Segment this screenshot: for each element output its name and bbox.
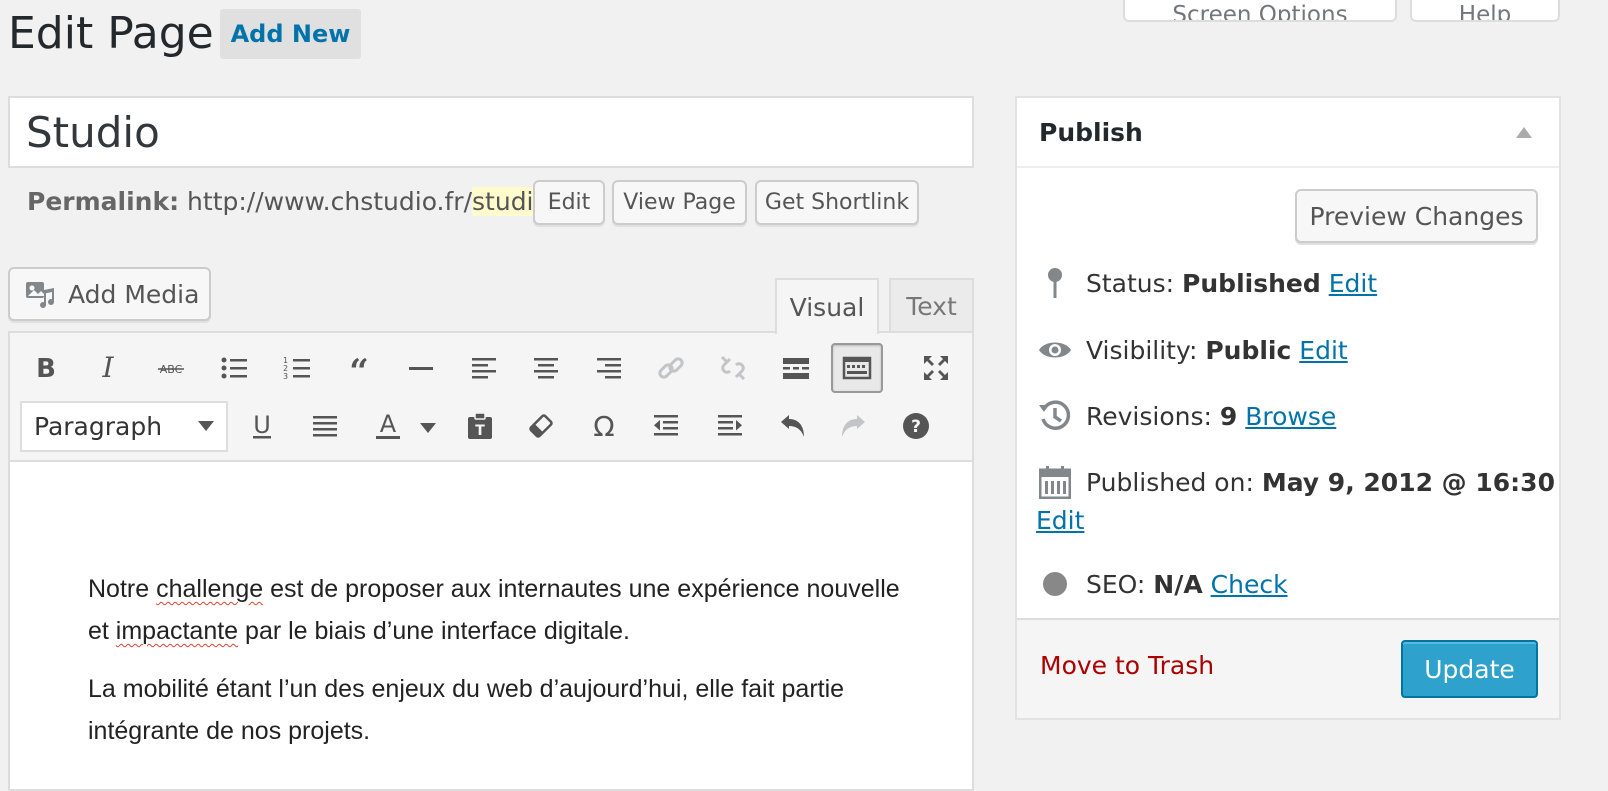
underline-icon[interactable]: U <box>240 404 284 448</box>
svg-text:“: “ <box>349 353 369 383</box>
published-label: Published on: <box>1086 467 1254 497</box>
horizontal-line-icon[interactable] <box>399 346 443 390</box>
align-center-icon[interactable] <box>524 346 568 390</box>
screen-options-label: Screen Options <box>1172 2 1348 22</box>
add-media-label: Add Media <box>68 279 200 309</box>
permalink-edit-button[interactable]: Edit <box>533 180 605 225</box>
permalink-label: Permalink: <box>27 187 180 216</box>
svg-text:Ω: Ω <box>593 411 614 441</box>
page-title: Edit Page <box>8 8 214 59</box>
add-media-button[interactable]: Add Media <box>8 267 211 321</box>
seo-label: SEO: <box>1086 569 1146 599</box>
text-color-dropdown-icon[interactable] <box>420 423 436 433</box>
visibility-edit-link[interactable]: Edit <box>1299 336 1347 365</box>
special-character-icon[interactable]: Ω <box>582 404 626 448</box>
svg-text:B: B <box>36 354 56 383</box>
undo-icon[interactable] <box>770 404 814 448</box>
svg-text:A: A <box>380 411 397 438</box>
paste-as-text-icon[interactable]: T <box>458 404 502 448</box>
misspelled-word: challenge <box>156 575 264 603</box>
add-media-icon <box>24 278 56 310</box>
text-color-icon[interactable]: A <box>366 404 410 448</box>
preview-changes-button[interactable]: Preview Changes <box>1295 189 1538 243</box>
help-label: Help <box>1458 2 1512 22</box>
chevron-down-icon <box>198 421 214 431</box>
visibility-row: Visibility: Public Edit <box>1038 333 1348 367</box>
update-button[interactable]: Update <box>1401 640 1538 698</box>
svg-text:I: I <box>101 353 114 383</box>
seo-status-dot-icon <box>1038 567 1072 601</box>
help-button[interactable]: Help <box>1410 0 1560 22</box>
unlink-icon[interactable] <box>711 346 755 390</box>
seo-check-link[interactable]: Check <box>1211 570 1288 599</box>
tab-visual[interactable]: Visual <box>775 278 879 334</box>
published-on-row: Published on: May 9, 2012 @ 16:30 <box>1038 465 1555 499</box>
bold-icon[interactable]: B <box>24 346 68 390</box>
published-value: May 9, 2012 @ 16:30 <box>1261 467 1555 497</box>
svg-text:U: U <box>253 411 271 439</box>
toolbar-toggle-icon[interactable] <box>831 343 883 393</box>
revisions-row: Revisions: 9 Browse <box>1038 399 1336 433</box>
screen-options-button[interactable]: Screen Options <box>1123 0 1397 22</box>
clear-formatting-icon[interactable] <box>519 404 563 448</box>
editor-content[interactable]: Notre challenge est de proposer aux inte… <box>88 568 918 752</box>
pin-icon <box>1038 266 1072 300</box>
blockquote-icon[interactable]: “ <box>337 346 381 390</box>
eye-icon <box>1038 333 1072 367</box>
svg-text:T: T <box>475 423 485 439</box>
svg-text:3: 3 <box>283 372 288 381</box>
revisions-browse-link[interactable]: Browse <box>1245 402 1336 431</box>
redo-icon[interactable] <box>832 404 876 448</box>
fullscreen-icon[interactable] <box>914 346 958 390</box>
outdent-icon[interactable] <box>644 404 688 448</box>
status-label: Status: <box>1086 268 1175 298</box>
revisions-value: 9 <box>1219 401 1238 431</box>
bullet-list-icon[interactable] <box>212 346 256 390</box>
paragraph-2: La mobilité étant l’un des enjeux du web… <box>88 675 845 745</box>
add-new-button[interactable]: Add New <box>220 9 361 59</box>
status-value: Published <box>1182 268 1321 298</box>
svg-text:?: ? <box>911 417 921 437</box>
justify-icon[interactable] <box>303 404 347 448</box>
permalink-url[interactable]: http://www.chstudio.fr/studio/ <box>187 187 557 216</box>
publish-box-title: Publish <box>1039 117 1143 147</box>
revisions-history-icon <box>1038 399 1072 433</box>
align-left-icon[interactable] <box>462 346 506 390</box>
italic-icon[interactable]: I <box>86 346 130 390</box>
revisions-label: Revisions: <box>1086 401 1212 431</box>
collapse-arrow-icon[interactable] <box>1516 127 1532 138</box>
view-page-button[interactable]: View Page <box>612 180 747 225</box>
visibility-label: Visibility: <box>1086 335 1198 365</box>
status-row: Status: Published Edit <box>1038 266 1377 300</box>
move-to-trash-link[interactable]: Move to Trash <box>1040 651 1214 680</box>
format-select[interactable]: Paragraph <box>20 401 228 452</box>
format-select-value: Paragraph <box>34 412 163 441</box>
misspelled-word: impactante <box>115 617 239 645</box>
publish-box-header[interactable]: Publish <box>1017 98 1559 168</box>
tab-text[interactable]: Text <box>889 278 974 332</box>
post-title-input[interactable]: Studio <box>8 96 974 168</box>
insert-link-icon[interactable] <box>649 346 693 390</box>
get-shortlink-button[interactable]: Get Shortlink <box>755 180 919 225</box>
read-more-icon[interactable] <box>774 346 818 390</box>
update-button-label: Update <box>1424 654 1515 684</box>
status-edit-link[interactable]: Edit <box>1329 269 1377 298</box>
align-right-icon[interactable] <box>587 346 631 390</box>
paragraph-1: Notre challenge est de proposer aux inte… <box>88 575 900 645</box>
post-title-value: Studio <box>26 107 160 157</box>
permalink-base: http://www.chstudio.fr/ <box>187 187 473 216</box>
numbered-list-icon[interactable]: 123 <box>275 346 319 390</box>
published-edit-link[interactable]: Edit <box>1036 506 1084 535</box>
visibility-value: Public <box>1205 335 1292 365</box>
seo-value: N/A <box>1153 569 1203 599</box>
calendar-icon <box>1038 465 1072 499</box>
tab-text-label: Text <box>906 291 957 321</box>
strikethrough-icon[interactable]: ABC <box>149 346 193 390</box>
seo-row: SEO: N/A Check <box>1038 567 1288 601</box>
tab-visual-label: Visual <box>789 292 865 322</box>
permalink-row: Permalink: http://www.chstudio.fr/studio… <box>27 184 557 220</box>
keyboard-shortcuts-help-icon[interactable]: ? <box>894 404 938 448</box>
indent-icon[interactable] <box>708 404 752 448</box>
